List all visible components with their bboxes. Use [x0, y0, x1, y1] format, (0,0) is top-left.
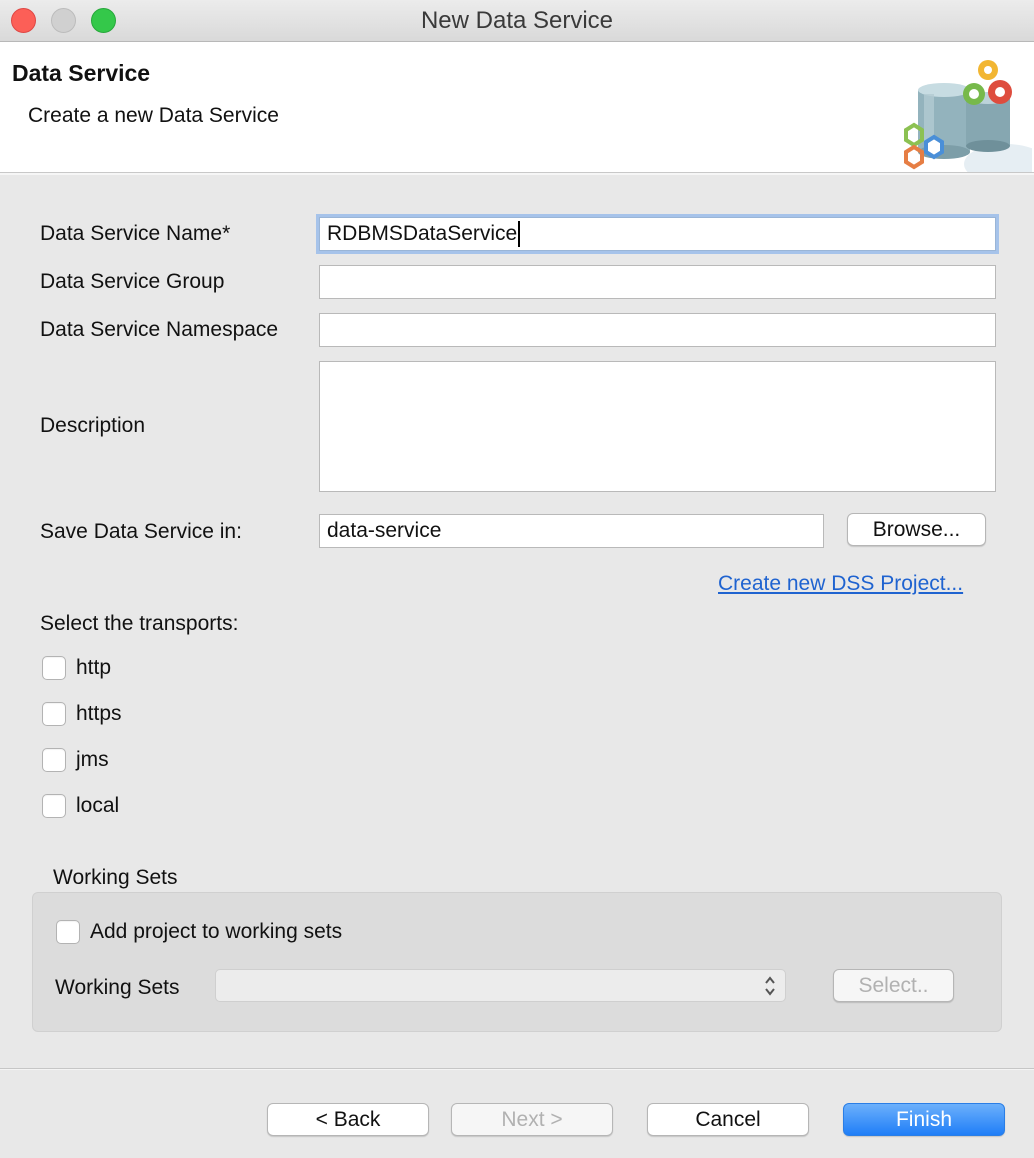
create-dss-project-link[interactable]: Create new DSS Project...: [718, 572, 963, 596]
working-sets-label: Working Sets: [55, 976, 180, 999]
add-to-working-sets-checkbox[interactable]: [56, 920, 80, 944]
select-working-sets-button[interactable]: Select..: [833, 969, 954, 1002]
group-label: Data Service Group: [40, 270, 225, 293]
name-value: RDBMSDataService: [327, 222, 518, 245]
footer-divider: [0, 1068, 1034, 1070]
cancel-button[interactable]: Cancel: [647, 1103, 809, 1136]
description-textarea[interactable]: [319, 361, 996, 492]
header-divider: [0, 173, 1034, 175]
local-checkbox[interactable]: [42, 794, 66, 818]
up-down-chevron-icon: [765, 976, 775, 996]
working-sets-group-title: Working Sets: [53, 866, 178, 889]
next-button[interactable]: Next >: [451, 1103, 613, 1136]
text-caret: [518, 221, 521, 248]
save-in-field[interactable]: data-service: [319, 514, 824, 548]
https-label: https: [76, 702, 122, 725]
wizard-header: Data Service Create a new Data Service: [0, 42, 1034, 173]
namespace-field[interactable]: [319, 313, 996, 347]
namespace-label: Data Service Namespace: [40, 318, 279, 341]
page-title: Data Service: [12, 60, 151, 86]
https-checkbox[interactable]: [42, 702, 66, 726]
name-field[interactable]: RDBMSDataService: [319, 217, 996, 251]
working-sets-select[interactable]: [215, 969, 786, 1002]
page-subtitle: Create a new Data Service: [28, 104, 279, 127]
working-sets-group: [32, 892, 1002, 1032]
local-label: local: [76, 794, 120, 817]
http-label: http: [76, 656, 112, 679]
data-service-gears-icon: [904, 60, 1032, 172]
window-title: New Data Service: [420, 7, 614, 34]
http-checkbox[interactable]: [42, 656, 66, 680]
title-bar: New Data Service: [0, 0, 1034, 42]
jms-checkbox[interactable]: [42, 748, 66, 772]
add-to-working-sets-label: Add project to working sets: [90, 920, 343, 943]
save-in-label: Save Data Service in:: [40, 520, 242, 543]
group-field[interactable]: [319, 265, 996, 299]
browse-button[interactable]: Browse...: [847, 513, 986, 546]
jms-label: jms: [76, 748, 109, 771]
finish-button[interactable]: Finish: [843, 1103, 1005, 1136]
back-button[interactable]: < Back: [267, 1103, 429, 1136]
transports-label: Select the transports:: [40, 612, 239, 635]
description-label: Description: [40, 414, 146, 437]
name-label: Data Service Name*: [40, 222, 231, 245]
